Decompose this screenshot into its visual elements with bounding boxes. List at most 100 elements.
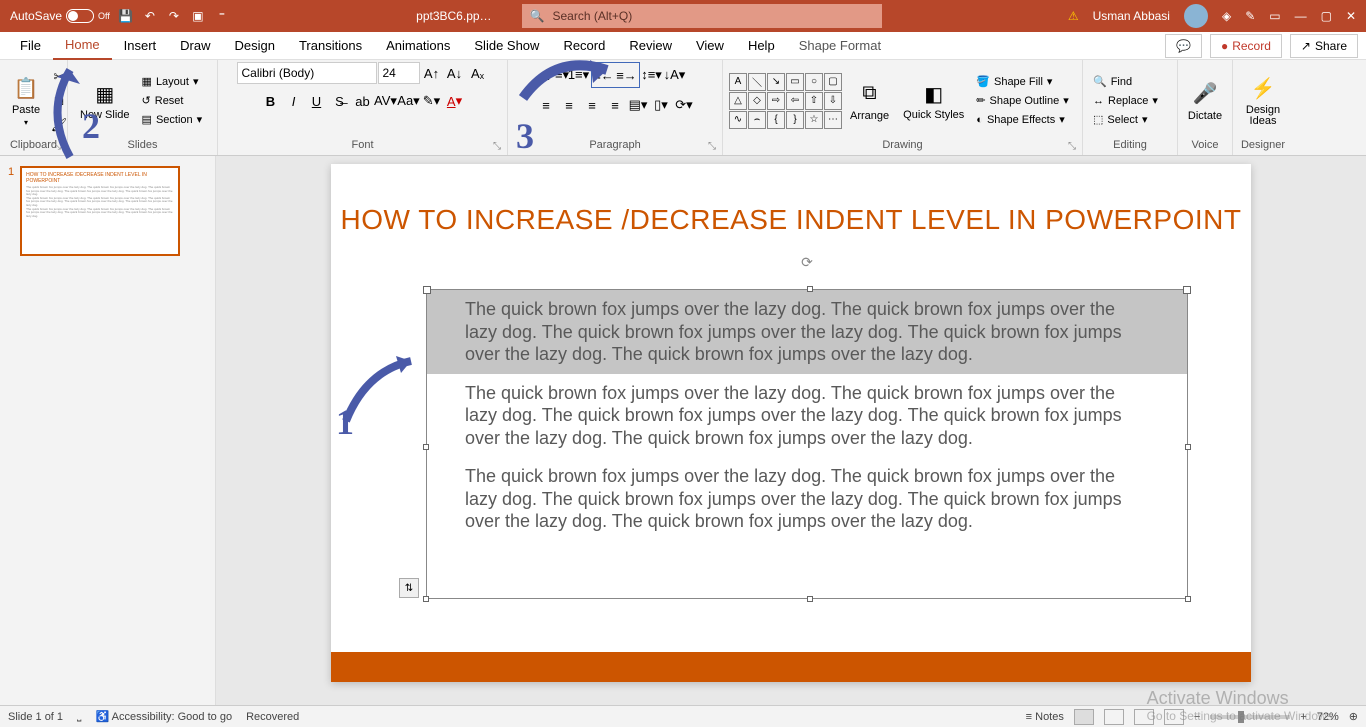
slide-title[interactable]: HOW TO INCREASE /DECREASE INDENT LEVEL I… [331, 164, 1251, 236]
autosave-toggle[interactable]: AutoSave Off [10, 9, 110, 23]
shape-star-icon[interactable]: ☆ [805, 111, 823, 129]
clear-format-icon[interactable]: Aₓ [467, 62, 489, 84]
tab-animations[interactable]: Animations [374, 32, 462, 59]
sorter-view-icon[interactable] [1104, 709, 1124, 725]
decrease-font-icon[interactable]: A↓ [444, 62, 466, 84]
close-icon[interactable]: ✕ [1346, 9, 1356, 23]
decrease-indent-button[interactable]: ≡← [593, 64, 615, 86]
user-avatar-icon[interactable] [1184, 4, 1208, 28]
shape-arc-icon[interactable]: ⌢ [748, 111, 766, 129]
tab-slideshow[interactable]: Slide Show [462, 32, 551, 59]
resize-handle-icon[interactable] [1185, 444, 1191, 450]
resize-handle-icon[interactable] [807, 596, 813, 602]
strike-icon[interactable]: S̶ [329, 90, 351, 112]
maximize-icon[interactable]: ▢ [1321, 9, 1332, 23]
share-button[interactable]: ↗ Share [1290, 34, 1358, 58]
select-button[interactable]: ⬚ Select ▾ [1089, 111, 1162, 128]
comments-button[interactable]: 💬 [1165, 34, 1202, 58]
qat-dropdown-icon[interactable]: ⁼ [214, 8, 230, 24]
accessibility-status[interactable]: ♿ Accessibility: Good to go [95, 710, 232, 723]
font-name-select[interactable] [237, 62, 377, 84]
drawing-launcher-icon[interactable]: ⤡ [1068, 141, 1080, 153]
shadow-icon[interactable]: ab [352, 90, 374, 112]
ribbon-mode-icon[interactable]: ▭ [1269, 9, 1280, 23]
section-button[interactable]: ▤ Section ▾ [138, 111, 207, 128]
shape-brace2-icon[interactable]: } [786, 111, 804, 129]
shape-fill-button[interactable]: 🪣 Shape Fill ▾ [972, 73, 1072, 90]
align-center-icon[interactable]: ≡ [558, 94, 580, 116]
shape-effects-button[interactable]: ◐ Shape Effects ▾ [972, 111, 1072, 128]
autofit-icon[interactable]: ⇅ [399, 578, 419, 598]
clipboard-launcher-icon[interactable]: ⤡ [53, 141, 65, 153]
shape-curve-icon[interactable]: ∿ [729, 111, 747, 129]
tab-insert[interactable]: Insert [112, 32, 169, 59]
slide-count[interactable]: Slide 1 of 1 [8, 711, 63, 723]
shape-rect-icon[interactable]: ▭ [786, 73, 804, 91]
font-size-select[interactable] [378, 62, 420, 84]
tab-help[interactable]: Help [736, 32, 787, 59]
format-painter-icon[interactable]: 🖌 [48, 114, 70, 136]
resize-handle-icon[interactable] [807, 286, 813, 292]
reset-button[interactable]: ↺ Reset [138, 92, 207, 109]
char-spacing-icon[interactable]: AV▾ [375, 90, 397, 112]
record-button[interactable]: ● Record [1210, 34, 1282, 58]
cut-icon[interactable]: ✂ [48, 66, 70, 88]
shape-oval-icon[interactable]: ○ [805, 73, 823, 91]
tab-design[interactable]: Design [223, 32, 287, 59]
save-icon[interactable]: 💾 [118, 8, 134, 24]
tab-home[interactable]: Home [53, 31, 112, 60]
tab-record[interactable]: Record [551, 32, 617, 59]
spellcheck-icon[interactable]: ⎵ [77, 710, 81, 723]
undo-icon[interactable]: ↶ [142, 8, 158, 24]
change-case-icon[interactable]: Aa▾ [398, 90, 420, 112]
shape-triangle-icon[interactable]: △ [729, 92, 747, 110]
font-color-icon[interactable]: A▾ [444, 90, 466, 112]
highlight-icon[interactable]: ✎▾ [421, 90, 443, 112]
shape-line-icon[interactable]: ＼ [748, 73, 766, 91]
rotate-handle-icon[interactable]: ⟳ [801, 254, 813, 271]
wand-icon[interactable]: ✎ [1245, 9, 1255, 23]
user-name[interactable]: Usman Abbasi [1093, 9, 1170, 23]
quick-styles-button[interactable]: ◧ Quick Styles [897, 76, 970, 125]
shape-diamond-icon[interactable]: ◇ [748, 92, 766, 110]
underline-icon[interactable]: U [306, 90, 328, 112]
normal-view-icon[interactable] [1074, 709, 1094, 725]
line-spacing-icon[interactable]: ↕≡▾ [641, 64, 663, 86]
tab-transitions[interactable]: Transitions [287, 32, 374, 59]
shape-arrow3-icon[interactable]: ⇦ [786, 92, 804, 110]
shape-outline-button[interactable]: ✏ Shape Outline ▾ [972, 92, 1072, 109]
columns-icon[interactable]: ▤▾ [627, 94, 649, 116]
shape-brace-icon[interactable]: { [767, 111, 785, 129]
content-textbox[interactable]: ⟳ The quick brown fox jumps over the laz… [426, 289, 1188, 599]
replace-button[interactable]: ↔ Replace ▾ [1089, 92, 1162, 109]
toggle-icon[interactable] [66, 9, 94, 23]
slide-canvas[interactable]: HOW TO INCREASE /DECREASE INDENT LEVEL I… [216, 156, 1366, 727]
search-box[interactable]: 🔍 Search (Alt+Q) [522, 4, 882, 28]
warning-icon[interactable]: ⚠ [1068, 9, 1079, 23]
font-launcher-icon[interactable]: ⤡ [493, 141, 505, 153]
design-ideas-button[interactable]: ⚡ Design Ideas [1239, 71, 1287, 131]
italic-icon[interactable]: I [283, 90, 305, 112]
layout-button[interactable]: ▦ Layout ▾ [138, 73, 207, 90]
text-direction-icon[interactable]: ↓A▾ [664, 64, 686, 86]
paste-button[interactable]: 📋 Paste ▾ [6, 70, 46, 131]
increase-indent-button[interactable]: ≡→ [616, 64, 638, 86]
shape-arrow5-icon[interactable]: ⇩ [824, 92, 842, 110]
bold-icon[interactable]: B [260, 90, 282, 112]
justify-icon[interactable]: ≡ [604, 94, 626, 116]
paragraph-2[interactable]: The quick brown fox jumps over the lazy … [427, 374, 1187, 458]
tab-view[interactable]: View [684, 32, 736, 59]
tab-draw[interactable]: Draw [168, 32, 222, 59]
copy-icon[interactable]: ⧉ [48, 90, 70, 112]
shape-roundrect-icon[interactable]: ▢ [824, 73, 842, 91]
shape-arrow2-icon[interactable]: ⇨ [767, 92, 785, 110]
slide-thumbnails-panel[interactable]: 1 HOW TO INCREASE /DECREASE INDENT LEVEL… [0, 156, 216, 727]
shape-textbox-icon[interactable]: A [729, 73, 747, 91]
smartart-icon[interactable]: ⟳▾ [673, 94, 695, 116]
shape-more-icon[interactable]: ⋯ [824, 111, 842, 129]
shape-arrow-icon[interactable]: ↘ [767, 73, 785, 91]
increase-font-icon[interactable]: A↑ [421, 62, 443, 84]
diamond-icon[interactable]: ◈ [1222, 9, 1231, 23]
resize-handle-icon[interactable] [423, 596, 429, 602]
notes-button[interactable]: ≡ Notes [1026, 711, 1064, 723]
